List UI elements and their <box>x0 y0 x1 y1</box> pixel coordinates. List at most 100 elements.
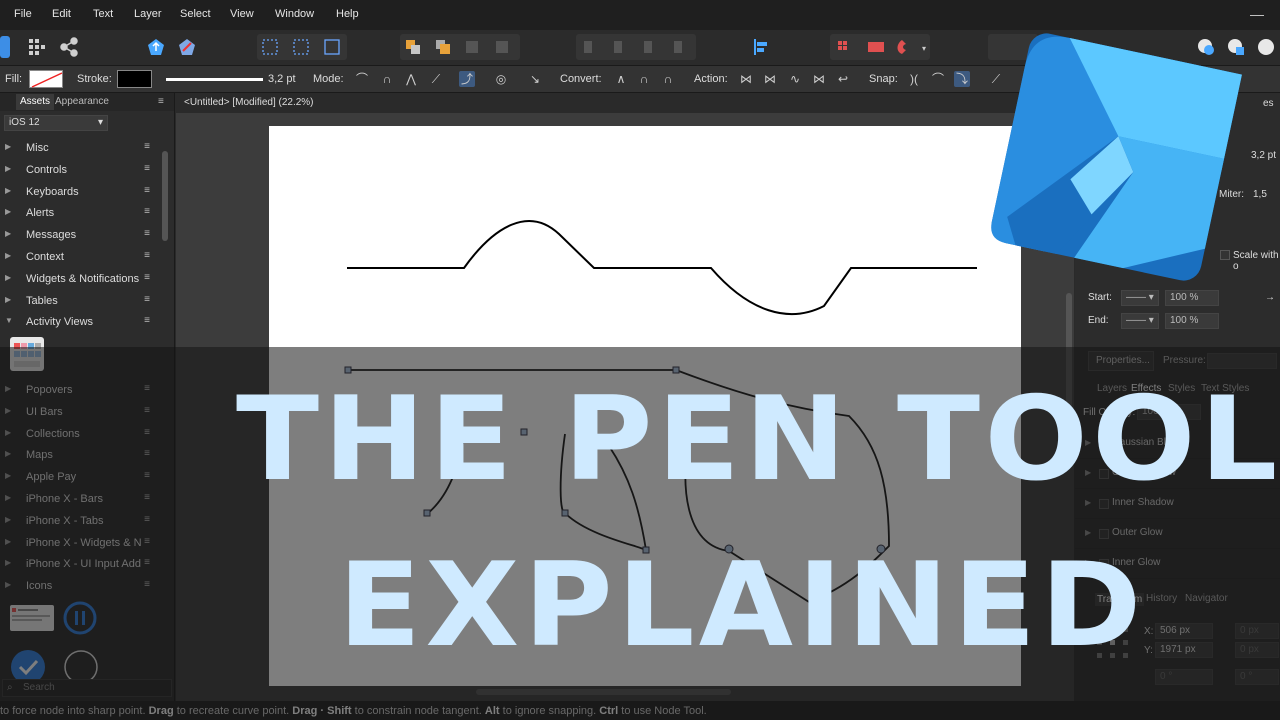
category-menu-icon[interactable]: ≡ <box>144 492 150 503</box>
effect-row[interactable]: ▶ Gaussian Blur <box>1075 429 1280 459</box>
grid-apps-icon[interactable] <box>26 36 48 58</box>
snap-curve-a-icon[interactable]: )( <box>906 71 922 87</box>
tab-transform[interactable]: Transform <box>1095 593 1145 606</box>
category-item[interactable]: ▶ Widgets & Notifications ≡ <box>0 268 158 289</box>
collapsed-arrow-icon[interactable]: ▶ <box>5 580 11 589</box>
category-item[interactable]: ▶ iPhone X - Bars ≡ <box>0 488 158 509</box>
node-handle[interactable] <box>423 509 431 517</box>
convert-smart-icon[interactable]: ∩ <box>660 71 676 87</box>
path-edit-curve[interactable] <box>348 369 890 604</box>
expanded-arrow-icon[interactable]: ▼ <box>5 316 13 325</box>
collapsed-arrow-icon[interactable]: ▶ <box>5 251 11 260</box>
category-item[interactable]: ▶ Tables ≡ <box>0 290 158 311</box>
node-handle[interactable] <box>672 366 680 374</box>
menu-edit[interactable]: Edit <box>52 8 71 20</box>
shear-field[interactable]: 0 ° <box>1235 669 1279 685</box>
upload-icon[interactable] <box>145 36 167 58</box>
category-item[interactable]: ▶ Context ≡ <box>0 246 158 267</box>
share-icon[interactable] <box>58 36 80 58</box>
tab-text-styles[interactable]: Text Styles <box>1201 383 1249 394</box>
tab-navigator[interactable]: Navigator <box>1185 593 1228 604</box>
category-menu-icon[interactable]: ≡ <box>144 470 150 481</box>
collapsed-arrow-icon[interactable]: ▶ <box>5 186 11 195</box>
miter-value[interactable]: 1,5 <box>1253 189 1267 200</box>
category-menu-icon[interactable]: ≡ <box>144 427 150 438</box>
category-item[interactable]: ▶ Keyboards ≡ <box>0 181 158 202</box>
category-menu-icon[interactable]: ≡ <box>144 557 150 568</box>
collapsed-arrow-icon[interactable]: ▶ <box>1085 558 1091 567</box>
category-item[interactable]: ▶ Popovers ≡ <box>0 379 158 400</box>
tab-assets[interactable]: Assets <box>16 94 55 110</box>
category-menu-icon[interactable]: ≡ <box>144 206 150 217</box>
fill-swatch[interactable] <box>29 70 63 88</box>
curve-path[interactable] <box>347 220 977 315</box>
collapsed-arrow-icon[interactable]: ▶ <box>1085 528 1091 537</box>
stroke-width-field[interactable]: 3,2 pt <box>1251 150 1276 161</box>
left-panel-scrollbar[interactable] <box>162 151 168 241</box>
effect-row[interactable]: ▶ Inner Shadow <box>1075 489 1280 519</box>
rotation-field[interactable]: 0 ° <box>1155 669 1213 685</box>
combine-icon[interactable]: ◎ <box>493 71 509 87</box>
collapsed-arrow-icon[interactable]: ▶ <box>5 207 11 216</box>
stroke-width-value[interactable]: 3,2 pt <box>268 73 296 85</box>
brush-icon[interactable] <box>1255 36 1277 58</box>
category-item[interactable]: ▶ iPhone X - Tabs ≡ <box>0 510 158 531</box>
category-menu-icon[interactable]: ≡ <box>144 272 150 283</box>
notification-thumbnail[interactable] <box>10 605 54 631</box>
tab-history[interactable]: History <box>1146 593 1177 604</box>
node-handle[interactable] <box>724 544 734 554</box>
collapsed-arrow-icon[interactable]: ▶ <box>5 273 11 282</box>
path-edit-curve-b[interactable] <box>426 431 648 552</box>
collapsed-arrow-icon[interactable]: ▶ <box>5 471 11 480</box>
effect-checkbox[interactable] <box>1099 559 1109 569</box>
category-item[interactable]: ▶ Icons ≡ <box>0 575 158 596</box>
collapsed-arrow-icon[interactable]: ▶ <box>5 537 11 546</box>
menu-text[interactable]: Text <box>93 8 113 20</box>
collapsed-arrow-icon[interactable]: ▶ <box>5 142 11 151</box>
snap-curve-icon[interactable]: ↘ <box>527 71 543 87</box>
convert-smooth-icon[interactable]: ∩ <box>636 71 652 87</box>
close-curve-icon[interactable]: ⋈ <box>762 71 778 87</box>
category-menu-icon[interactable]: ≡ <box>144 228 150 239</box>
y-field[interactable]: 1971 px <box>1155 642 1213 658</box>
category-menu-icon[interactable]: ≡ <box>144 163 150 174</box>
stroke-swatch[interactable] <box>117 70 152 88</box>
h-field[interactable]: 0 px <box>1235 642 1279 658</box>
w-field[interactable]: 0 px <box>1235 623 1279 639</box>
menu-help[interactable]: Help <box>336 8 359 20</box>
category-menu-icon[interactable]: ≡ <box>144 536 150 547</box>
smart-mode-icon[interactable]: ∩ <box>379 71 395 87</box>
collapsed-arrow-icon[interactable]: ▶ <box>5 449 11 458</box>
library-select[interactable]: iOS 12 ▾ <box>4 115 108 131</box>
effect-checkbox[interactable] <box>1099 469 1109 479</box>
scale-with-checkbox[interactable] <box>1220 250 1230 260</box>
category-menu-icon[interactable]: ≡ <box>144 294 150 305</box>
minimize-button[interactable]: — <box>1250 6 1264 22</box>
category-item[interactable]: ▶ Controls ≡ <box>0 159 158 180</box>
collapsed-arrow-icon[interactable]: ▶ <box>5 164 11 173</box>
properties-button[interactable]: Properties... <box>1088 351 1154 371</box>
smooth-curve-icon[interactable]: ∿ <box>787 71 803 87</box>
category-menu-icon[interactable]: ≡ <box>144 405 150 416</box>
tab-styles[interactable]: Styles <box>1168 383 1195 394</box>
node-handle[interactable] <box>561 509 569 517</box>
category-item[interactable]: ▶ Alerts ≡ <box>0 202 158 223</box>
vertical-scrollbar[interactable] <box>1066 293 1072 433</box>
style-icon[interactable] <box>176 36 198 58</box>
effect-row[interactable]: ▶ Outer Glow <box>1075 519 1280 549</box>
collapsed-arrow-icon[interactable]: ▶ <box>5 558 11 567</box>
collapsed-arrow-icon[interactable]: ▶ <box>5 406 11 415</box>
category-item[interactable]: ▶ iPhone X - UI Input Add ≡ <box>0 553 158 574</box>
category-menu-icon[interactable]: ≡ <box>144 579 150 590</box>
persona-icon[interactable] <box>0 36 10 58</box>
horizontal-scrollbar[interactable] <box>476 689 731 695</box>
category-item[interactable]: ▶ Apple Pay ≡ <box>0 466 158 487</box>
end-scale-field[interactable]: 100 % <box>1165 313 1219 329</box>
join-curves-icon[interactable]: ⋈ <box>811 71 827 87</box>
document-tab[interactable]: <Untitled> [Modified] (22.2%) <box>176 93 1074 113</box>
polygon-mode-icon[interactable]: ⋀ <box>403 71 419 87</box>
line-mode-icon[interactable]: ⟋ <box>428 71 444 87</box>
menu-view[interactable]: View <box>230 8 254 20</box>
swatch-icon[interactable] <box>1225 36 1247 58</box>
category-menu-icon[interactable]: ≡ <box>144 383 150 394</box>
